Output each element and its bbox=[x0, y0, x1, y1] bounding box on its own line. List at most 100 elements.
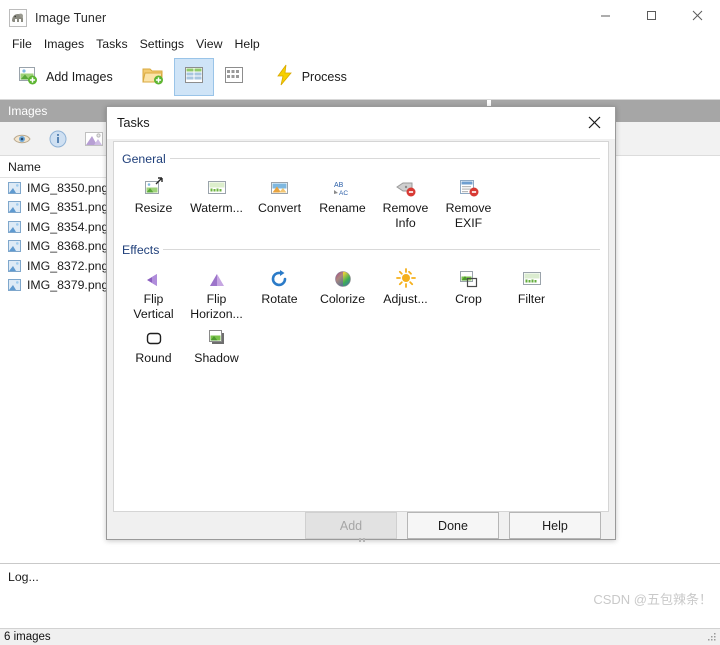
group-header: General bbox=[122, 152, 600, 166]
resize-icon bbox=[143, 174, 165, 198]
maximize-icon[interactable] bbox=[628, 0, 674, 32]
file-name: IMG_8350.png bbox=[27, 180, 109, 195]
image-file-icon bbox=[8, 220, 21, 233]
details-view-icon bbox=[183, 65, 205, 90]
task-colorize[interactable]: Colorize bbox=[311, 263, 374, 322]
group-divider bbox=[169, 158, 600, 160]
rotate-icon bbox=[269, 265, 291, 289]
file-name: IMG_8368.png bbox=[27, 239, 109, 254]
svg-text:AC: AC bbox=[339, 190, 348, 197]
add-images-button[interactable]: Add Images bbox=[8, 58, 122, 96]
task-label: Adjust... bbox=[383, 291, 428, 306]
dialog-resize-grip-icon[interactable] bbox=[355, 530, 369, 542]
rename-icon: AB AC bbox=[330, 174, 356, 198]
window-controls bbox=[582, 0, 720, 36]
image-file-icon bbox=[8, 201, 21, 214]
add-images-icon bbox=[17, 64, 39, 91]
tasks-dialog-title: Tasks bbox=[117, 115, 150, 131]
task-convert[interactable]: Convert bbox=[248, 172, 311, 231]
group-title-effects: Effects bbox=[122, 242, 160, 257]
menu-item-view[interactable]: View bbox=[190, 34, 228, 54]
resize-grip-icon[interactable] bbox=[707, 632, 717, 642]
main-toolbar: Add Images Process bbox=[0, 55, 720, 100]
task-filter[interactable]: Filter bbox=[500, 263, 563, 322]
file-name: IMG_8372.png bbox=[27, 258, 109, 273]
task-flip-vertical[interactable]: Flip Vertical bbox=[122, 263, 185, 322]
file-name: IMG_8354.png bbox=[27, 219, 109, 234]
process-button[interactable]: Process bbox=[264, 58, 356, 96]
task-round[interactable]: Round bbox=[122, 322, 185, 366]
task-watermark[interactable]: Waterm... bbox=[185, 172, 248, 231]
round-corners-icon bbox=[143, 324, 165, 348]
image-file-icon bbox=[8, 279, 21, 292]
task-grid-general: Resize Waterm... Convert AB AC Rename Re… bbox=[122, 166, 600, 231]
task-grid-effects: Flip Vertical Flip Horizon... Rotate Col… bbox=[122, 257, 600, 366]
image-mountain-icon[interactable] bbox=[84, 129, 104, 149]
process-label: Process bbox=[301, 70, 347, 84]
close-icon[interactable] bbox=[573, 108, 615, 138]
minimize-icon[interactable] bbox=[582, 0, 628, 32]
task-label: Crop bbox=[455, 291, 482, 306]
tasks-dialog: Tasks General Resize Waterm... Convert A… bbox=[106, 106, 616, 542]
menu-item-settings[interactable]: Settings bbox=[134, 34, 190, 54]
task-label: Filter bbox=[517, 291, 546, 306]
task-group-general: General Resize Waterm... Convert AB AC R… bbox=[122, 152, 600, 231]
menu-item-file[interactable]: File bbox=[6, 34, 38, 54]
help-button[interactable]: Help bbox=[509, 512, 601, 539]
close-icon[interactable] bbox=[674, 0, 720, 32]
watermark-icon bbox=[206, 174, 228, 198]
status-text: 6 images bbox=[4, 631, 51, 643]
task-label: Remove EXIF bbox=[445, 200, 492, 230]
add-button[interactable]: Add bbox=[305, 512, 397, 539]
svg-text:AB: AB bbox=[334, 182, 344, 189]
group-divider bbox=[163, 249, 600, 251]
thumbnail-view-button[interactable] bbox=[214, 58, 254, 96]
convert-icon bbox=[269, 174, 291, 198]
task-resize[interactable]: Resize bbox=[122, 172, 185, 231]
task-label: Colorize bbox=[319, 291, 366, 306]
tasks-dialog-body: General Resize Waterm... Convert AB AC R… bbox=[113, 140, 609, 512]
remove-exif-icon bbox=[457, 174, 481, 198]
group-header: Effects bbox=[122, 243, 600, 257]
task-shadow[interactable]: Shadow bbox=[185, 322, 248, 366]
task-flip-horizontal[interactable]: Flip Horizon... bbox=[185, 263, 248, 322]
filter-icon bbox=[521, 265, 543, 289]
done-button[interactable]: Done bbox=[407, 512, 499, 539]
task-label: Rename bbox=[319, 200, 366, 215]
task-label: Shadow bbox=[194, 350, 239, 365]
task-adjust[interactable]: Adjust... bbox=[374, 263, 437, 322]
image-file-icon bbox=[8, 240, 21, 253]
image-file-icon bbox=[8, 259, 21, 272]
file-name: IMG_8379.png bbox=[27, 278, 109, 293]
preview-eye-icon[interactable] bbox=[12, 129, 32, 149]
log-text: Log... bbox=[8, 570, 39, 584]
flip-vertical-icon bbox=[143, 265, 165, 289]
menu-item-tasks[interactable]: Tasks bbox=[90, 34, 133, 54]
add-images-label: Add Images bbox=[46, 70, 113, 84]
open-folder-button[interactable] bbox=[132, 58, 174, 96]
menu-item-help[interactable]: Help bbox=[228, 34, 265, 54]
log-panel: Log... CSDN @五包辣条！ bbox=[0, 563, 720, 628]
task-label: Convert bbox=[257, 200, 302, 215]
task-crop[interactable]: Crop bbox=[437, 263, 500, 322]
file-name: IMG_8351.png bbox=[27, 200, 109, 215]
task-remove-info[interactable]: Remove Info bbox=[374, 172, 437, 231]
elephant-icon bbox=[9, 8, 27, 27]
info-icon[interactable] bbox=[48, 129, 68, 149]
task-remove-exif[interactable]: Remove EXIF bbox=[437, 172, 500, 231]
task-label: Round bbox=[135, 350, 172, 365]
menu-item-images[interactable]: Images bbox=[38, 34, 90, 54]
task-rename[interactable]: AB AC Rename bbox=[311, 172, 374, 231]
task-rotate[interactable]: Rotate bbox=[248, 263, 311, 322]
shadow-icon bbox=[206, 324, 228, 348]
title-bar: Image Tuner bbox=[0, 0, 720, 36]
task-label: Rotate bbox=[261, 291, 298, 306]
flip-horizontal-icon bbox=[206, 265, 228, 289]
watermark-text: CSDN @五包辣条！ bbox=[593, 592, 712, 607]
colorize-icon bbox=[333, 265, 353, 289]
details-view-button[interactable] bbox=[173, 58, 214, 96]
image-file-icon bbox=[8, 181, 21, 194]
window-title: Image Tuner bbox=[35, 10, 107, 25]
adjust-brightness-icon bbox=[395, 265, 417, 289]
open-folder-add-icon bbox=[141, 64, 165, 91]
